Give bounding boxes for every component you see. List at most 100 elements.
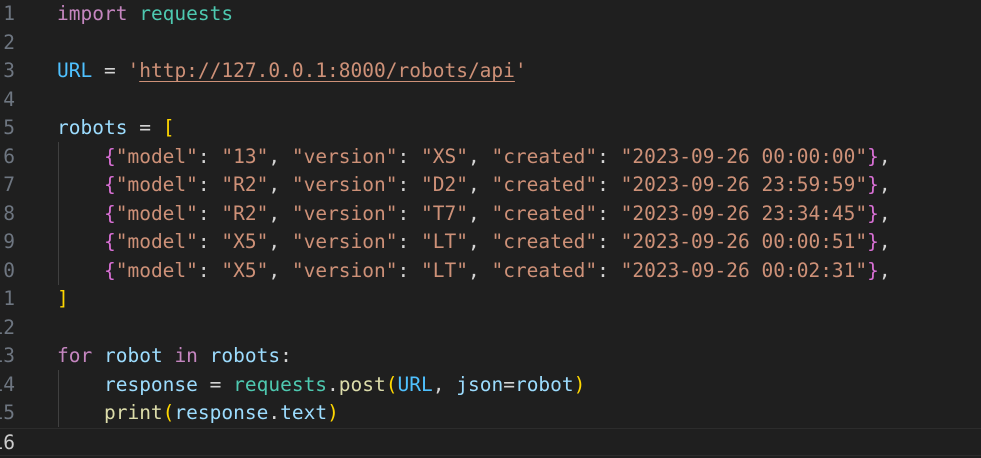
code-line: 3 URL = 'http://127.0.0.1:8000/robots/ap…	[0, 57, 981, 86]
url-variable: URL	[57, 59, 93, 82]
current-line[interactable]: 16	[0, 427, 981, 456]
assign-operator: =	[92, 59, 128, 82]
robot-created: "2023-09-26 00:00:51"	[620, 230, 868, 253]
assign-operator: =	[127, 116, 163, 139]
code-text[interactable]: import requests	[57, 0, 233, 29]
code-text[interactable]: print(response.text)	[57, 399, 339, 428]
brace: {	[103, 258, 116, 282]
code-line: 5 robots = [	[0, 114, 981, 143]
code-text[interactable]: for robot in robots:	[57, 342, 292, 371]
dict-key: "model"	[115, 173, 198, 196]
string-quote: '	[127, 59, 140, 82]
paren: (	[385, 372, 398, 396]
dict-key: "version"	[291, 201, 398, 225]
line-number: 5	[3, 116, 15, 139]
dict-key: "model"	[115, 144, 198, 168]
dict-key: "version"	[291, 258, 398, 282]
dict-key: "created"	[491, 173, 598, 196]
paren: )	[327, 401, 339, 424]
url-variable: URL	[397, 372, 433, 396]
dict-key: "created"	[491, 230, 598, 253]
dict-key: "created"	[491, 201, 598, 225]
line-number: 8	[3, 201, 15, 225]
iter-variable: robots	[209, 344, 281, 367]
code-text[interactable]: URL = 'http://127.0.0.1:8000/robots/api'	[57, 57, 527, 86]
line-number: 6	[3, 144, 15, 168]
code-text[interactable]: ]	[57, 285, 69, 314]
for-keyword: for	[57, 344, 93, 367]
dict-key: "created"	[491, 144, 598, 168]
line-number: 0	[3, 258, 15, 282]
line-number: 9	[3, 230, 15, 253]
robot-created: "2023-09-26 23:59:59"	[620, 173, 868, 196]
brace: }	[867, 258, 879, 282]
code-text[interactable]: {"model": "R2", "version": "D2", "create…	[57, 171, 891, 200]
code-line: 15 print(response.text)	[0, 399, 981, 428]
brace: {	[103, 144, 116, 168]
code-text[interactable]: response = requests.post(URL, json=robot…	[57, 371, 585, 400]
line-number: 3	[3, 59, 15, 82]
code-text[interactable]: {"model": "13", "version": "XS", "create…	[57, 143, 891, 172]
loop-variable: robot	[103, 344, 163, 367]
code-line: 12	[0, 314, 981, 343]
loop-variable: robot	[514, 372, 574, 396]
line-number: 16	[0, 430, 15, 454]
robot-model: "X5"	[221, 230, 269, 253]
line-number: 7	[3, 173, 15, 196]
robot-version: "XS"	[421, 144, 468, 168]
dict-key: "version"	[291, 173, 398, 196]
code-line: 1 ]	[0, 285, 981, 314]
line-number: 1	[3, 287, 15, 310]
print-function: print	[103, 401, 163, 424]
robot-created: "2023-09-26 00:00:00"	[620, 144, 868, 168]
url-link[interactable]: http://127.0.0.1:8000/robots/api	[139, 59, 515, 82]
line-number: 15	[0, 401, 15, 424]
robot-model: "R2"	[221, 173, 269, 196]
dict-key: "model"	[115, 201, 198, 225]
code-line: 6 {"model": "13", "version": "XS", "crea…	[0, 143, 981, 172]
code-text[interactable]: {"model": "X5", "version": "LT", "create…	[57, 228, 891, 257]
robot-created: "2023-09-26 00:02:31"	[620, 258, 868, 282]
assign-operator: =	[197, 372, 234, 396]
code-line: 0 {"model": "X5", "version": "LT", "crea…	[0, 257, 981, 286]
robot-version: "T7"	[421, 201, 468, 225]
code-line: 13 for robot in robots:	[0, 342, 981, 371]
response-variable: response	[103, 372, 198, 396]
code-line: 7 {"model": "R2", "version": "D2", "crea…	[0, 171, 981, 200]
code-line: 1 import requests	[0, 0, 981, 29]
robot-version: "LT"	[421, 258, 468, 282]
bracket: ]	[57, 287, 69, 310]
code-text[interactable]: {"model": "X5", "version": "LT", "create…	[57, 257, 891, 286]
brace: {	[103, 230, 116, 253]
line-number: 4	[3, 87, 15, 111]
robot-created: "2023-09-26 23:34:45"	[620, 201, 868, 225]
dict-key: "model"	[115, 258, 198, 282]
bracket: [	[162, 116, 175, 139]
dict-key: "version"	[291, 144, 398, 168]
module-name: requests	[139, 2, 234, 25]
robots-variable: robots	[57, 116, 128, 139]
dict-key: "version"	[291, 230, 398, 253]
brace: {	[103, 201, 116, 225]
code-text[interactable]: robots = [	[57, 114, 174, 143]
in-keyword: in	[174, 344, 198, 367]
code-text[interactable]: {"model": "R2", "version": "T7", "create…	[57, 200, 891, 229]
robot-version: "LT"	[421, 230, 468, 253]
brace: }	[867, 173, 879, 196]
brace: {	[103, 173, 116, 196]
code-line: 8 {"model": "R2", "version": "T7", "crea…	[0, 200, 981, 229]
robot-model: "13"	[221, 144, 269, 168]
response-variable: response	[174, 401, 269, 424]
line-number: 1	[3, 2, 15, 25]
line-number: 2	[3, 30, 15, 54]
code-line: 14 response = requests.post(URL, json=ro…	[0, 371, 981, 400]
code-editor[interactable]: 1 import requests 2 3 URL = 'http://127.…	[0, 0, 981, 458]
line-number: 13	[0, 344, 15, 367]
line-number: 12	[0, 315, 15, 339]
paren: )	[573, 372, 586, 396]
robot-model: "R2"	[221, 201, 269, 225]
code-line: 9 {"model": "X5", "version": "LT", "crea…	[0, 228, 981, 257]
json-param: json	[456, 372, 504, 396]
robot-version: "D2"	[421, 173, 468, 196]
dict-key: "created"	[491, 258, 598, 282]
